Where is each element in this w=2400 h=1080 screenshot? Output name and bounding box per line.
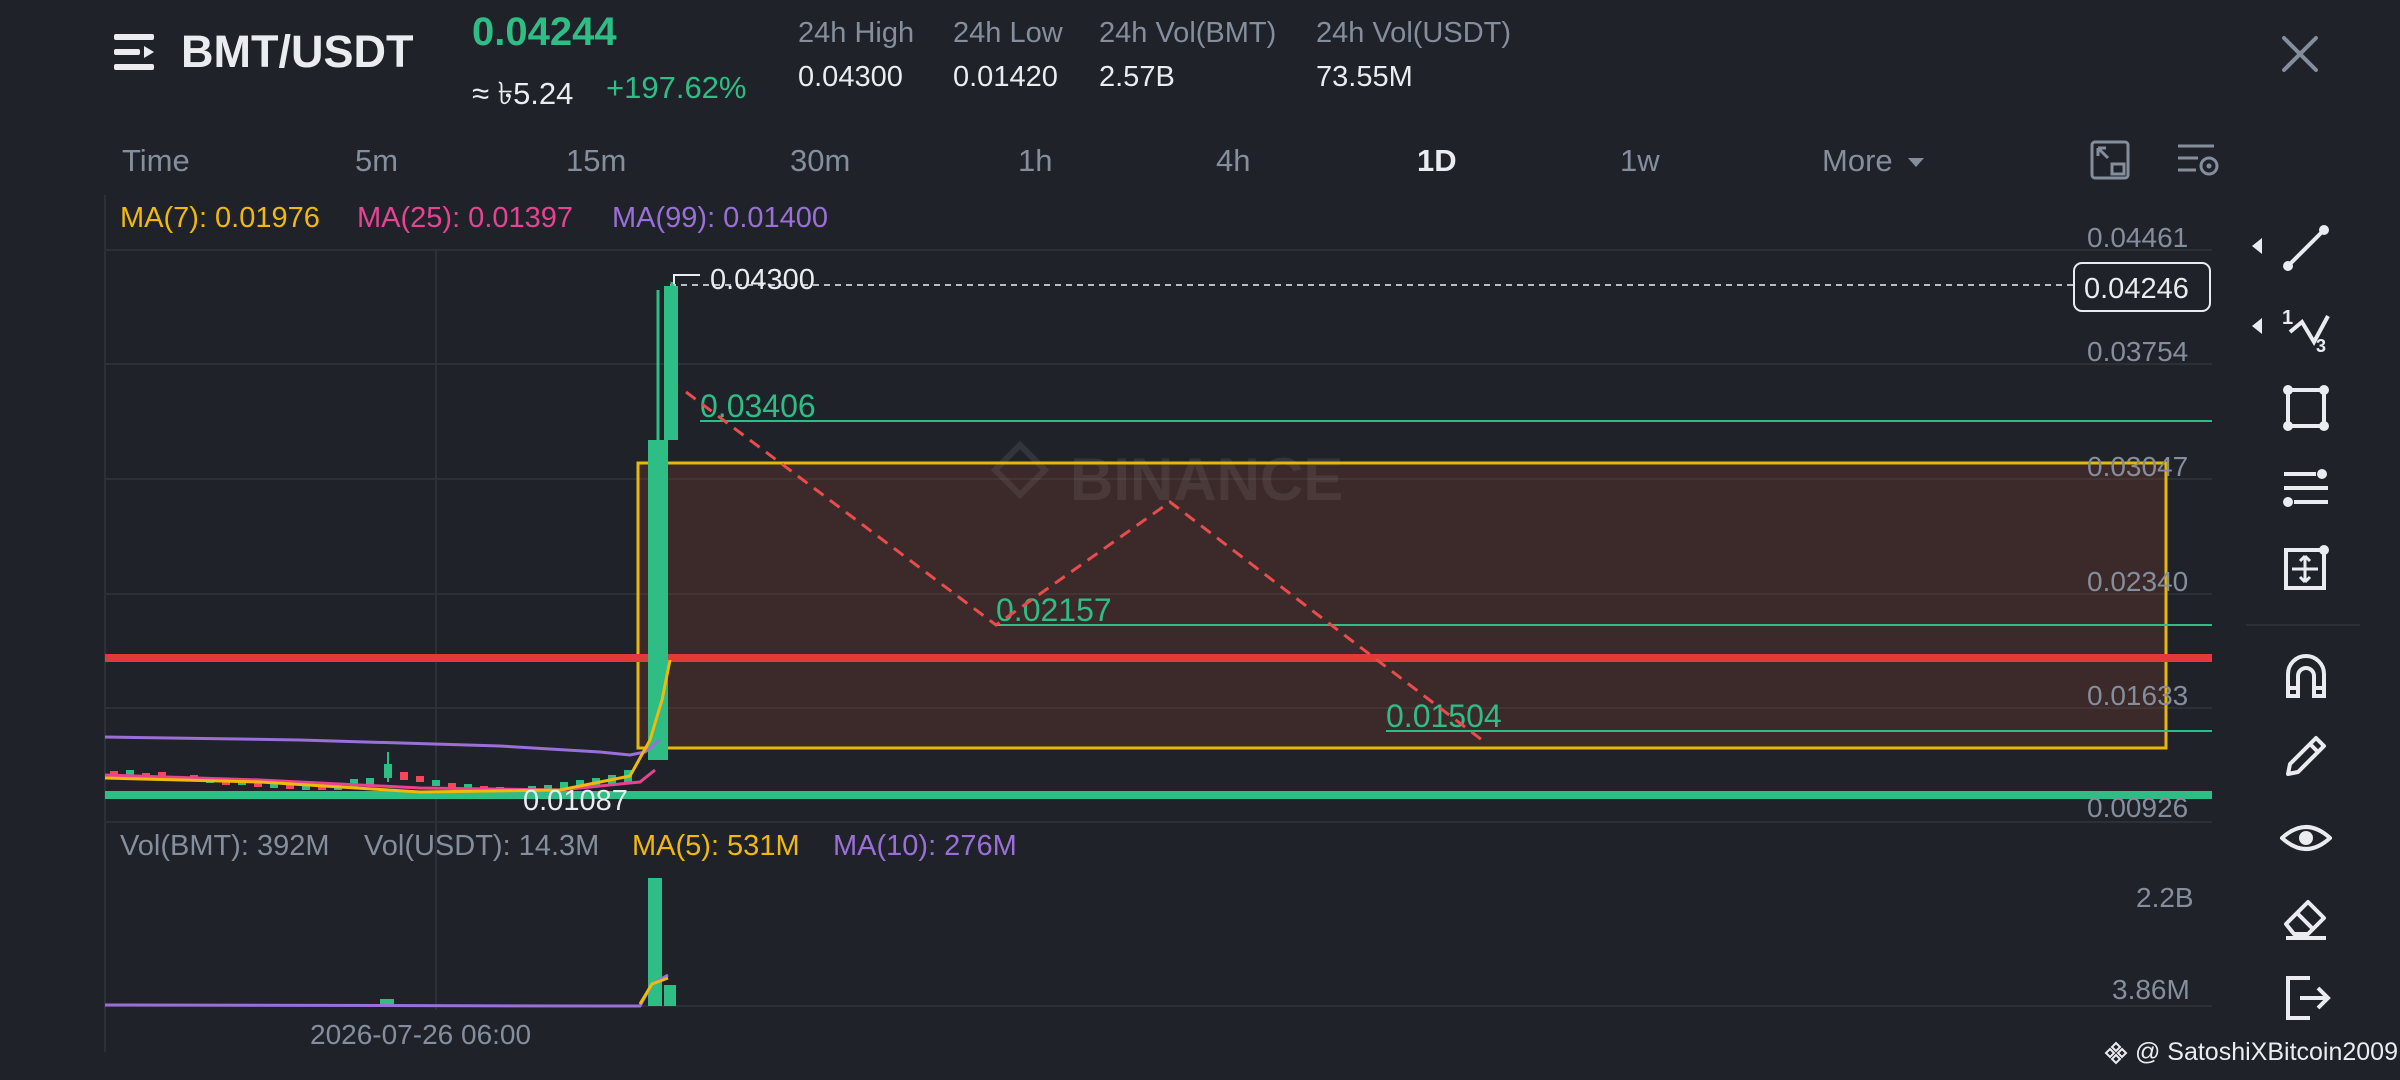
time-axis-label: 2026-07-26 06:00	[310, 1019, 531, 1050]
price-axis-tick: 0.01633	[2087, 680, 2188, 711]
high-label: 0.04300	[710, 264, 815, 296]
eraser-icon[interactable]	[2280, 892, 2332, 944]
credit-text: @ SatoshiXBitcoin2009	[2134, 1038, 2398, 1066]
toolbar-divider	[2246, 624, 2360, 626]
volume-axis-tick: 2.2B	[2136, 882, 2194, 913]
fib-icon[interactable]: 1 3	[2280, 302, 2332, 354]
eye-icon[interactable]	[2280, 812, 2332, 864]
volume-bars	[380, 878, 676, 1006]
level-label-lower: 0.01504	[1386, 698, 1502, 734]
expand-caret-icon[interactable]	[2250, 237, 2264, 255]
binance-logo-icon	[2104, 1041, 2128, 1065]
price-axis-tick: 0.02340	[2087, 566, 2188, 597]
svg-text:3: 3	[2316, 336, 2326, 354]
current-price-label: 0.04246	[2084, 273, 2189, 305]
alignment-icon[interactable]	[2280, 462, 2332, 514]
price-axis-tick: 0.00926	[2087, 792, 2188, 823]
low-label: 0.01087	[523, 785, 628, 817]
magnet-icon[interactable]	[2280, 650, 2332, 702]
pencil-icon[interactable]	[2280, 730, 2332, 782]
measure-icon[interactable]	[2280, 542, 2332, 594]
rectangle-icon[interactable]	[2280, 382, 2332, 434]
price-axis-tick: 0.03047	[2087, 451, 2188, 482]
candlestick-chart[interactable]: BINANCE 0.03406 0.02157 0.01504 0.04246	[0, 0, 2400, 1080]
exit-icon[interactable]	[2280, 972, 2332, 1024]
price-axis-tick: 0.04461	[2087, 222, 2188, 253]
high-marker	[673, 274, 700, 284]
level-label-upper: 0.03406	[700, 388, 816, 424]
ma99-line	[104, 735, 661, 757]
trendline-icon[interactable]	[2280, 222, 2332, 274]
volume-axis-tick: 3.86M	[2112, 974, 2190, 1005]
level-label-mid: 0.02157	[996, 592, 1112, 628]
expand-caret-icon[interactable]	[2250, 317, 2264, 335]
credit-watermark: @ SatoshiXBitcoin2009	[2104, 1038, 2398, 1067]
price-axis-tick: 0.03754	[2087, 336, 2188, 367]
svg-text:1: 1	[2282, 307, 2293, 329]
